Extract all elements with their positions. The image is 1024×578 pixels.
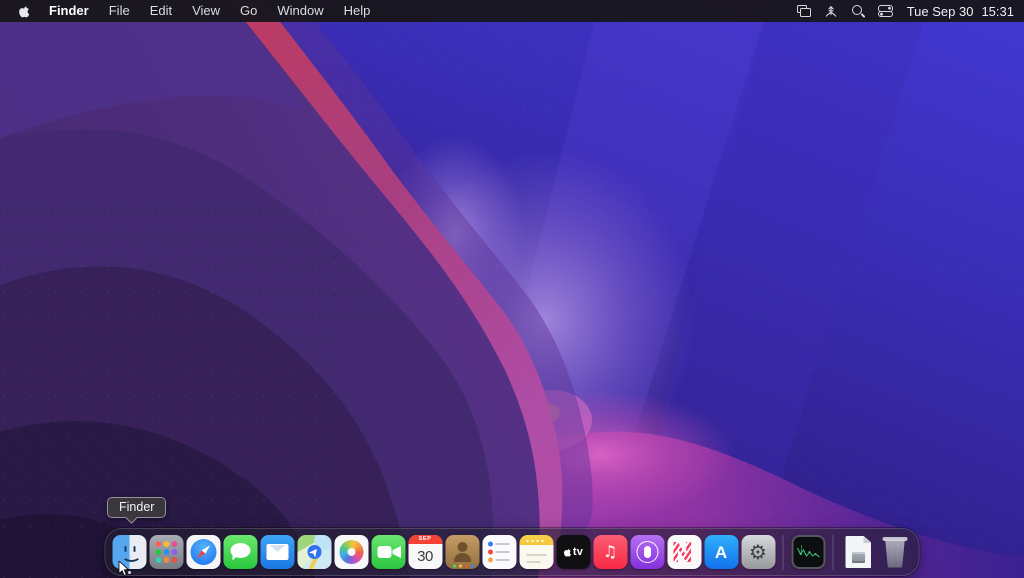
dock-item-podcasts[interactable] bbox=[629, 529, 666, 575]
dock-item-app-store[interactable] bbox=[703, 529, 740, 575]
calendar-month-label: SEP bbox=[408, 535, 442, 544]
clock-time: 15:31 bbox=[981, 3, 1014, 19]
finder-tooltip: Finder bbox=[107, 497, 167, 524]
reminders-icon bbox=[482, 535, 516, 569]
desktop-wallpaper bbox=[0, 0, 1024, 578]
document-file-icon bbox=[845, 536, 871, 568]
spotlight-search-icon[interactable] bbox=[845, 0, 872, 22]
menu-item-help[interactable]: Help bbox=[334, 0, 381, 22]
dock-item-mail[interactable] bbox=[259, 529, 296, 575]
apple-logo-icon bbox=[564, 548, 572, 557]
dock-item-system-preferences[interactable] bbox=[740, 529, 777, 575]
messages-icon bbox=[223, 535, 257, 569]
activity-graph-window-thumbnail bbox=[791, 535, 825, 569]
magnifier-glyph bbox=[851, 4, 865, 18]
screen-mirroring-glyph bbox=[797, 5, 812, 17]
apple-menu[interactable] bbox=[10, 0, 39, 22]
contacts-icon bbox=[445, 535, 479, 569]
dock-item-notes[interactable] bbox=[518, 529, 555, 575]
menu-bar: Finder File Edit View Go Window Help Tue… bbox=[0, 0, 1024, 22]
clock-date: Tue Sep 30 bbox=[906, 3, 974, 19]
dock-item-photos[interactable] bbox=[333, 529, 370, 575]
cpu-graph-glyph bbox=[796, 545, 820, 558]
toggles-glyph bbox=[878, 5, 894, 17]
photos-icon bbox=[334, 535, 368, 569]
news-icon bbox=[667, 535, 701, 569]
menu-item-go[interactable]: Go bbox=[230, 0, 267, 22]
menu-bar-clock[interactable]: Tue Sep 30 15:31 bbox=[907, 4, 1014, 19]
maps-icon bbox=[297, 535, 331, 569]
screen-mirroring-icon[interactable] bbox=[791, 0, 818, 22]
dock-item-activity-window[interactable] bbox=[790, 529, 827, 575]
dock-item-messages[interactable] bbox=[222, 529, 259, 575]
gear-icon bbox=[741, 535, 775, 569]
dock-item-trash[interactable] bbox=[877, 529, 914, 575]
music-icon bbox=[593, 535, 627, 569]
tooltip-label: Finder bbox=[119, 500, 155, 514]
calendar-icon: SEP 30 bbox=[408, 535, 442, 569]
dock-item-maps[interactable] bbox=[296, 529, 333, 575]
menu-item-view[interactable]: View bbox=[182, 0, 230, 22]
notes-icon bbox=[519, 535, 553, 569]
dock-item-launchpad[interactable] bbox=[148, 529, 185, 575]
mouse-cursor bbox=[118, 561, 130, 577]
dock-item-document[interactable] bbox=[840, 529, 877, 575]
podcasts-icon bbox=[630, 535, 664, 569]
dock-item-safari[interactable] bbox=[185, 529, 222, 575]
menu-bar-left: Finder File Edit View Go Window Help bbox=[10, 0, 380, 22]
dock-item-tv[interactable]: tv bbox=[555, 529, 592, 575]
dock-item-contacts[interactable] bbox=[444, 529, 481, 575]
remote-desktop-icon[interactable] bbox=[818, 0, 845, 22]
remote-desktop-glyph bbox=[825, 5, 837, 17]
dock-item-calendar[interactable]: SEP 30 bbox=[407, 529, 444, 575]
menu-item-edit[interactable]: Edit bbox=[140, 0, 182, 22]
calendar-day-label: 30 bbox=[417, 547, 433, 565]
apple-logo-icon bbox=[19, 5, 30, 17]
apple-tv-icon: tv bbox=[556, 535, 590, 569]
menu-item-file[interactable]: File bbox=[99, 0, 140, 22]
tv-label: tv bbox=[572, 546, 584, 558]
desktop-screen: Finder File Edit View Go Window Help Tue… bbox=[0, 0, 1024, 578]
safari-icon bbox=[186, 535, 220, 569]
app-store-icon bbox=[704, 535, 738, 569]
dock-item-facetime[interactable] bbox=[370, 529, 407, 575]
menu-bar-status-area: Tue Sep 30 15:31 bbox=[791, 0, 1014, 22]
control-center-icon[interactable] bbox=[872, 0, 899, 22]
dock: SEP 30 tv bbox=[104, 528, 920, 576]
dock-item-news[interactable] bbox=[666, 529, 703, 575]
facetime-icon bbox=[371, 535, 405, 569]
dock-item-music[interactable] bbox=[592, 529, 629, 575]
launchpad-icon bbox=[149, 535, 183, 569]
trash-icon bbox=[882, 536, 908, 568]
menu-item-window[interactable]: Window bbox=[267, 0, 333, 22]
mail-icon bbox=[260, 535, 294, 569]
dock-separator bbox=[782, 534, 784, 570]
dock-item-reminders[interactable] bbox=[481, 529, 518, 575]
menu-item-finder[interactable]: Finder bbox=[39, 0, 99, 22]
dock-separator bbox=[832, 534, 834, 570]
